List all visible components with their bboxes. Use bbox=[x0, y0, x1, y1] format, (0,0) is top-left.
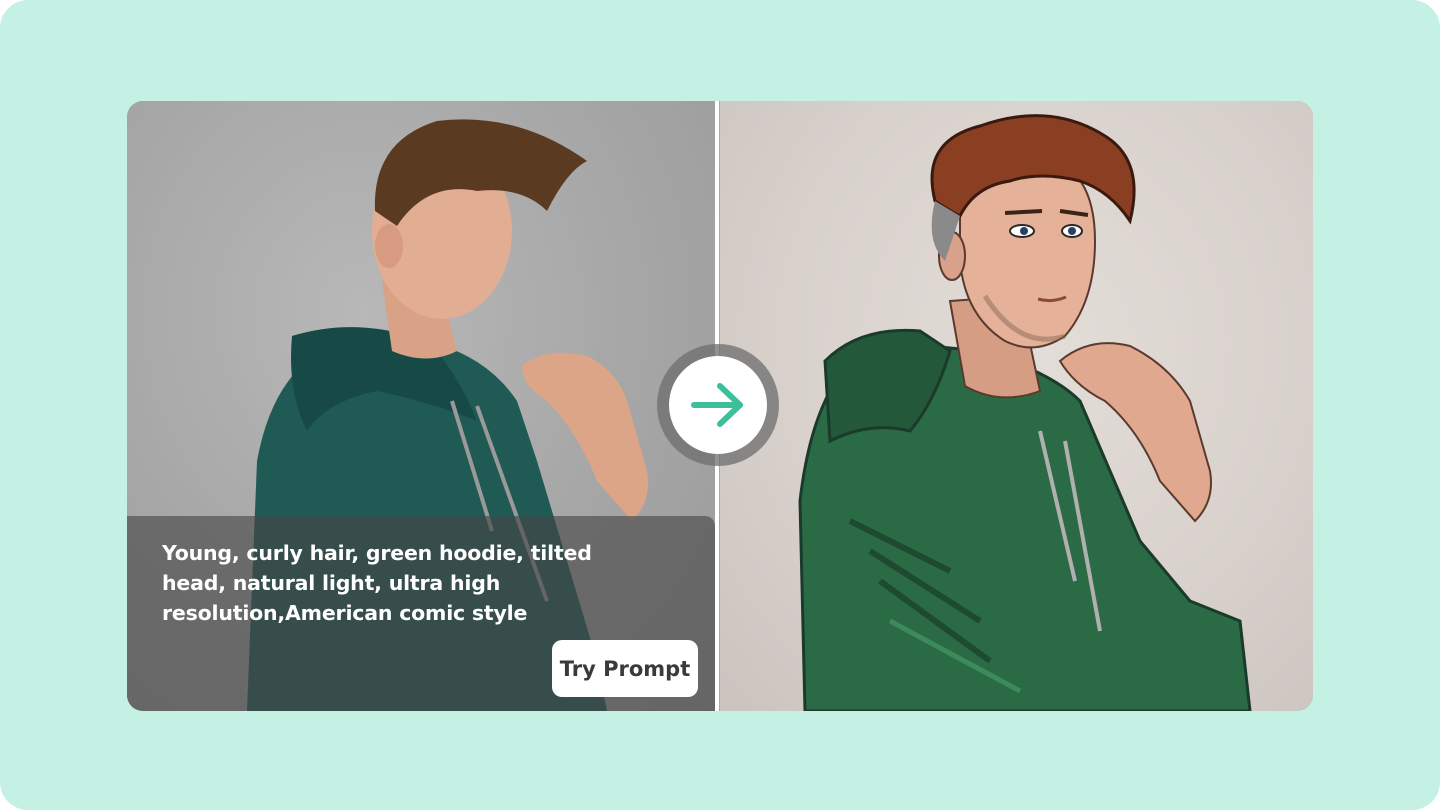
prompt-text: Young, curly hair, green hoodie, tilted … bbox=[162, 541, 592, 625]
page-background: Young, curly hair, green hoodie, tilted … bbox=[0, 0, 1440, 810]
transform-arrow-ring bbox=[657, 344, 779, 466]
before-after-comparison: Young, curly hair, green hoodie, tilted … bbox=[127, 101, 1313, 711]
try-prompt-button[interactable]: Try Prompt bbox=[552, 640, 698, 697]
comic-style-result bbox=[720, 101, 1313, 711]
arrow-right-icon bbox=[691, 383, 743, 427]
transform-arrow-circle bbox=[669, 356, 767, 454]
original-photo: Young, curly hair, green hoodie, tilted … bbox=[127, 101, 717, 711]
comic-person-illustration bbox=[798, 114, 1252, 711]
prompt-caption-panel: Young, curly hair, green hoodie, tilted … bbox=[127, 516, 715, 711]
